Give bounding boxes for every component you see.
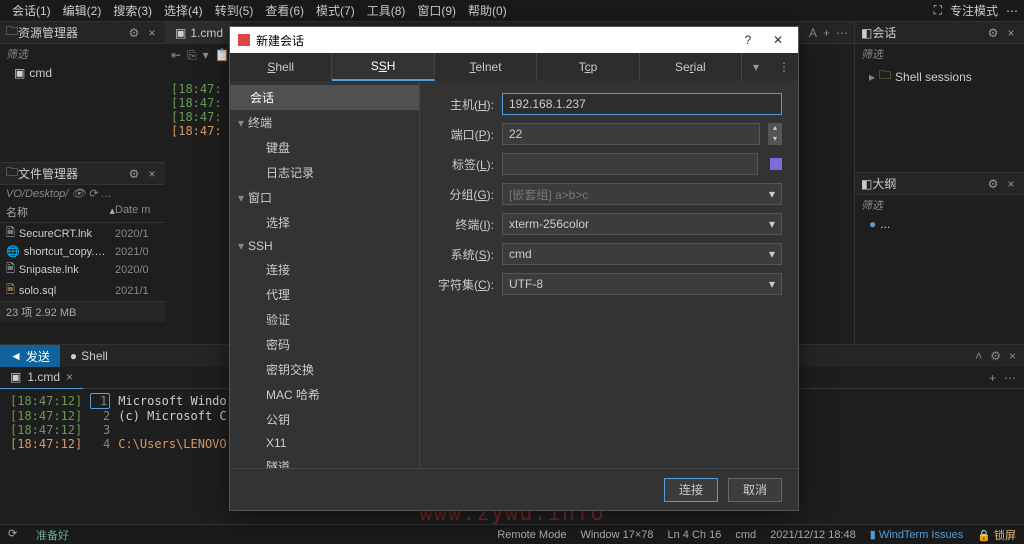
- label-input[interactable]: [502, 153, 758, 175]
- connect-button[interactable]: 连接: [664, 478, 718, 502]
- chevron-down-icon: ▾: [769, 277, 775, 291]
- system-label: 系统(S):: [436, 246, 494, 263]
- cancel-button[interactable]: 取消: [728, 478, 782, 502]
- help-icon[interactable]: ?: [736, 33, 760, 47]
- sidebar-item-x11[interactable]: X11: [230, 432, 419, 454]
- sidebar-item-select[interactable]: 选择: [230, 210, 419, 235]
- tab-serial[interactable]: Serial: [640, 53, 742, 81]
- protocol-dropdown-icon[interactable]: ▾: [742, 53, 770, 81]
- tab-ssh[interactable]: SSH: [332, 53, 434, 81]
- tab-tcp[interactable]: Tcp: [537, 53, 639, 81]
- protocol-more-icon[interactable]: ⋮: [770, 53, 798, 81]
- group-label: 分组(G):: [436, 186, 494, 203]
- term-select[interactable]: xterm-256color▾: [502, 213, 782, 235]
- port-spinner[interactable]: ▴▾: [768, 123, 782, 145]
- sidebar-item-tunnel[interactable]: 隧道: [230, 454, 419, 468]
- sidebar-item-mac[interactable]: MAC 哈希: [230, 382, 419, 407]
- sidebar-item-connect[interactable]: 连接: [230, 257, 419, 282]
- dialog-form: 主机(H): 端口(P): ▴▾ 标签(L): 分组(G): [嵌套组] a>b…: [420, 81, 798, 468]
- close-icon[interactable]: ✕: [766, 33, 790, 47]
- sidebar-item-ssh[interactable]: ▾SSH: [230, 235, 419, 257]
- tab-telnet[interactable]: Telnet: [435, 53, 537, 81]
- new-session-dialog: 新建会话 ? ✕ Shell SSH Telnet Tcp Serial ▾ ⋮…: [229, 26, 799, 511]
- sidebar-item-keyboard[interactable]: 键盘: [230, 135, 419, 160]
- chevron-down-icon: ▾: [769, 187, 775, 201]
- sidebar-item-pubkey[interactable]: 公钥: [230, 407, 419, 432]
- host-input[interactable]: [502, 93, 782, 115]
- port-label: 端口(P):: [436, 126, 494, 143]
- host-label: 主机(H):: [436, 96, 494, 113]
- port-input[interactable]: [502, 123, 760, 145]
- label-label: 标签(L):: [436, 156, 494, 173]
- sidebar-item-keyex[interactable]: 密钥交换: [230, 357, 419, 382]
- group-select[interactable]: [嵌套组] a>b>c▾: [502, 183, 782, 205]
- app-icon: [238, 34, 250, 46]
- dialog-titlebar: 新建会话 ? ✕: [230, 27, 798, 53]
- term-label: 终端(I):: [436, 216, 494, 233]
- charset-select[interactable]: UTF-8▾: [502, 273, 782, 295]
- sidebar-item-logging[interactable]: 日志记录: [230, 160, 419, 185]
- sidebar-item-window[interactable]: ▾窗口: [230, 185, 419, 210]
- sidebar-item-session[interactable]: 会话: [230, 85, 419, 110]
- system-select[interactable]: cmd▾: [502, 243, 782, 265]
- chevron-down-icon: ▾: [769, 247, 775, 261]
- sidebar-item-terminal[interactable]: ▾终端: [230, 110, 419, 135]
- color-picker[interactable]: [770, 158, 782, 170]
- protocol-tabs: Shell SSH Telnet Tcp Serial ▾ ⋮: [230, 53, 798, 81]
- charset-label: 字符集(C):: [436, 276, 494, 293]
- sidebar-item-password[interactable]: 密码: [230, 332, 419, 357]
- sidebar-item-verify[interactable]: 验证: [230, 307, 419, 332]
- sidebar-item-proxy[interactable]: 代理: [230, 282, 419, 307]
- dialog-backdrop: 新建会话 ? ✕ Shell SSH Telnet Tcp Serial ▾ ⋮…: [0, 0, 1024, 544]
- dialog-footer: 连接 取消: [230, 468, 798, 510]
- dialog-sidebar: 会话 ▾终端 键盘 日志记录 ▾窗口 选择 ▾SSH 连接 代理 验证 密码 密…: [230, 81, 420, 468]
- chevron-down-icon: ▾: [769, 217, 775, 231]
- tab-shell[interactable]: Shell: [230, 53, 332, 81]
